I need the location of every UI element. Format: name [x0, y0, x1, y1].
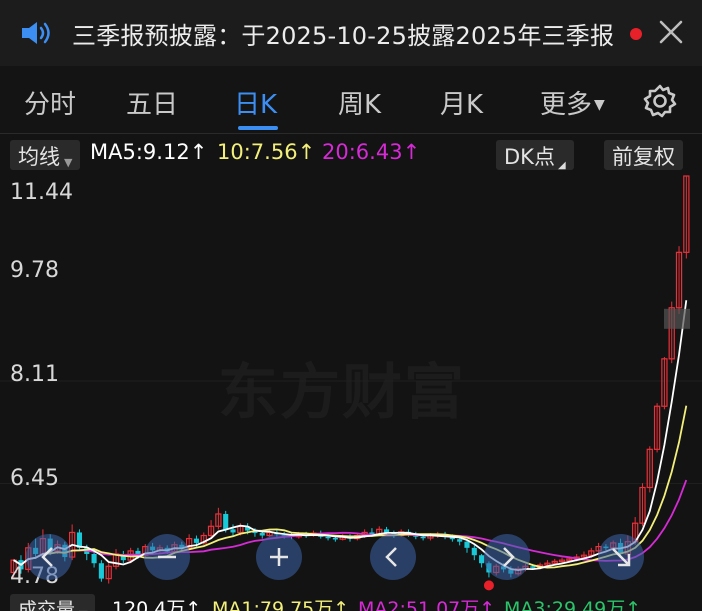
- volume-ma1-text: MA1:79.75万: [212, 598, 334, 611]
- gear-icon[interactable]: [642, 83, 678, 119]
- minus-icon: [158, 555, 176, 559]
- y-axis-label: 8.11: [10, 362, 59, 387]
- ma20-value: 20:6.43↑: [322, 140, 420, 164]
- signal-marker: [483, 580, 494, 591]
- candle-body: [530, 566, 536, 568]
- tab-five-day[interactable]: 五日: [126, 84, 178, 121]
- up-arrow-icon: ↑: [297, 140, 316, 164]
- candle-body: [325, 536, 331, 539]
- up-arrow-icon: ↑: [189, 140, 208, 164]
- dk-point-button[interactable]: DK点 ◢: [496, 140, 574, 171]
- tab-intraday[interactable]: 分时: [24, 84, 76, 121]
- kline-chart[interactable]: 东方财富 11.44 9.78 8.11 6.45 4.78: [0, 174, 702, 592]
- ma5-line: [13, 300, 688, 572]
- candle-body: [230, 529, 236, 533]
- volume-row: 成交量▼ 120.4万↑ MA1:79.75万↑ MA2:51.07万↑ MA3…: [0, 592, 702, 611]
- volume-ma2: MA2:51.07万↑: [358, 594, 495, 611]
- candle-body: [464, 541, 470, 548]
- unread-dot: [630, 28, 642, 40]
- candle-body: [193, 538, 200, 543]
- close-icon[interactable]: [656, 16, 686, 48]
- volume-value: 120.4万↑: [112, 594, 201, 611]
- tab-more-label: 更多: [540, 90, 593, 120]
- plus-icon: [270, 548, 288, 566]
- scroll-to-latest-button[interactable]: [598, 534, 644, 580]
- up-arrow-icon: ↑: [333, 598, 350, 611]
- kline-canvas[interactable]: [0, 174, 702, 592]
- volume-selector[interactable]: 成交量▼: [10, 594, 96, 611]
- candle-body: [223, 513, 229, 530]
- ma20-line: [13, 479, 688, 566]
- indicator-selector[interactable]: 均线 ▼: [10, 140, 81, 170]
- y-axis-label: 6.45: [10, 466, 59, 491]
- ma5-text: MA5:9.12: [90, 140, 190, 164]
- tab-more[interactable]: 更多 ▼: [540, 84, 605, 121]
- scroll-left-button[interactable]: [26, 534, 72, 580]
- candle-body: [332, 537, 338, 540]
- ma20-text: 20:6.43: [322, 140, 403, 164]
- candle-body: [471, 547, 477, 556]
- period-tabs: 分时 五日 日K 周K 月K 更多 ▼: [0, 66, 702, 134]
- candle-body: [457, 539, 463, 542]
- dk-point-label: DK点: [504, 145, 555, 169]
- tab-monthly-k[interactable]: 月K: [440, 84, 483, 121]
- candle-body: [91, 553, 97, 564]
- speaker-icon: [22, 22, 50, 44]
- arrow-down-right-icon: [612, 548, 631, 567]
- zoom-in-button[interactable]: [256, 534, 302, 580]
- up-arrow-icon: ↑: [185, 598, 202, 611]
- chevron-left-icon: [385, 547, 397, 567]
- caret-down-icon: ▼: [64, 156, 73, 169]
- corner-triangle-icon: ◢: [557, 160, 566, 171]
- volume-ma2-text: MA2:51.07万: [358, 598, 480, 611]
- price-marker: [664, 308, 690, 329]
- chevron-down-icon: ▼: [594, 97, 605, 113]
- tab-weekly-k[interactable]: 周K: [338, 84, 381, 121]
- volume-selector-label: 成交量: [18, 599, 76, 611]
- announcement-bar[interactable]: 三季报预披露：于2025-10-25披露2025年三季报: [0, 0, 702, 66]
- ma10-text: 10:7.56: [217, 140, 298, 164]
- volume-ma3-text: MA3:29.49万: [504, 598, 626, 611]
- volume-ma3: MA3:29.49万↑: [504, 594, 641, 611]
- price-adjust-button[interactable]: 前复权: [604, 140, 683, 170]
- ma5-value: MA5:9.12↑: [90, 140, 207, 164]
- y-axis-label: 9.78: [10, 258, 59, 283]
- y-axis-label: 11.44: [10, 180, 73, 205]
- pan-right-button[interactable]: [484, 534, 530, 580]
- zoom-out-button[interactable]: [144, 534, 190, 580]
- volume-text: 120.4万: [112, 598, 186, 611]
- chevron-right-icon: [503, 547, 515, 567]
- up-arrow-icon: ↑: [479, 598, 496, 611]
- ma10-line: [13, 405, 688, 569]
- active-tab-indicator: [238, 126, 278, 130]
- pan-left-button[interactable]: [370, 534, 416, 580]
- ma10-value: 10:7.56↑: [217, 140, 315, 164]
- candle-body: [420, 536, 426, 539]
- volume-ma1: MA1:79.75万↑: [212, 594, 349, 611]
- moving-average-row: 均线 ▼ MA5:9.12↑ 10:7.56↑ 20:6.43↑ DK点 ◢ 前复权: [0, 136, 702, 174]
- up-arrow-icon: ↑: [402, 140, 421, 164]
- tab-daily-k[interactable]: 日K: [234, 84, 277, 121]
- up-arrow-icon: ↑: [625, 598, 642, 611]
- announcement-text[interactable]: 三季报预披露：于2025-10-25披露2025年三季报: [72, 16, 614, 51]
- chevron-left-icon: [41, 547, 53, 567]
- indicator-selector-label: 均线: [18, 145, 60, 169]
- candle-body: [98, 563, 104, 579]
